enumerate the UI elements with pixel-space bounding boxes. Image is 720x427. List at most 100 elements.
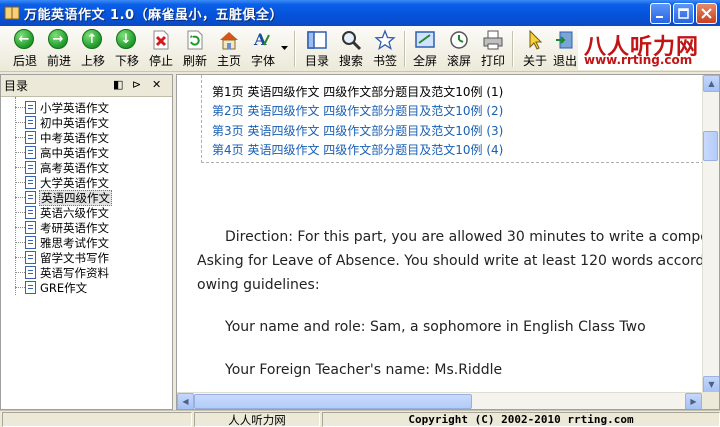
content-viewer: 第1页 英语四级作文 四级作文部分题目及范文10例 (1) 第2页 英语四级作文… — [176, 74, 720, 410]
toolbar-separator — [512, 31, 514, 67]
tree-item-label: 初中英语作文 — [40, 115, 109, 130]
back-label: 后退 — [12, 54, 37, 68]
bookmark-button[interactable]: 书签 — [369, 29, 401, 69]
forward-arrow-icon: → — [48, 29, 70, 51]
tree-item-label: 高中英语作文 — [40, 145, 109, 160]
print-icon — [483, 30, 503, 50]
paragraph-line: Your Foreign Teacher's name: Ms.Riddle — [225, 362, 503, 378]
tree-item[interactable]: 中考英语作文 — [15, 130, 110, 145]
about-button[interactable]: 关于 — [519, 29, 551, 69]
document-icon — [25, 221, 36, 234]
panel-close-icon[interactable]: ✕ — [152, 78, 161, 91]
vertical-scrollbar[interactable]: ▲ ▼ — [702, 75, 719, 393]
document-icon — [25, 191, 36, 204]
tree-item[interactable]: 高考英语作文 — [15, 160, 110, 175]
autoscroll-label: 滚屏 — [446, 54, 471, 68]
tree-item[interactable]: 大学英语作文 — [15, 175, 110, 190]
document-icon — [25, 161, 36, 174]
contents-button[interactable]: 目录 — [301, 29, 333, 69]
page-link[interactable]: 第2页 英语四级作文 四级作文部分题目及范文10例 (2) — [212, 102, 503, 119]
tree-item-label: 大学英语作文 — [40, 175, 109, 190]
stop-button[interactable]: 停止 — [145, 29, 177, 69]
scroll-down-button[interactable]: ▼ — [703, 376, 719, 393]
tree-item[interactable]: GRE作文 — [15, 280, 88, 295]
home-label: 主页 — [216, 54, 241, 68]
app-book-icon — [4, 6, 20, 20]
tree-item[interactable]: 高中英语作文 — [15, 145, 110, 160]
maximize-icon — [678, 8, 689, 19]
autoscroll-button[interactable]: 滚屏 — [443, 29, 475, 69]
panel-menu-icon[interactable]: ◧ — [113, 78, 123, 91]
forward-label: 前进 — [46, 54, 71, 68]
svg-text:A: A — [253, 30, 267, 49]
scroll-up-button[interactable]: ▲ — [703, 75, 719, 92]
panel-header: 目录 ◧ ⊳ ✕ — [1, 75, 172, 97]
tree-item-label: 雅思考试作文 — [40, 235, 109, 250]
tree-item-label: 高考英语作文 — [40, 160, 109, 175]
toolbar-separator — [404, 31, 406, 67]
print-label: 打印 — [480, 54, 505, 68]
horizontal-scroll-thumb[interactable] — [194, 394, 472, 409]
paragraph-line: Asking for Leave of Absence. You should … — [197, 253, 709, 269]
minimize-icon — [656, 16, 663, 18]
tree-item[interactable]: 英语六级作文 — [15, 205, 110, 220]
page-link[interactable]: 第4页 英语四级作文 四级作文部分题目及范文10例 (4) — [212, 141, 503, 158]
tree-item[interactable]: 小学英语作文 — [15, 100, 110, 115]
contents-icon — [307, 31, 327, 49]
refresh-button[interactable]: 刷新 — [179, 29, 211, 69]
minimize-button[interactable] — [650, 3, 671, 24]
font-label: 字体 — [250, 54, 275, 68]
vertical-scroll-thumb[interactable] — [703, 131, 718, 161]
fullscreen-label: 全屏 — [412, 54, 437, 68]
tree-item[interactable]: 考研英语作文 — [15, 220, 110, 235]
font-button[interactable]: A 字体 — [247, 29, 279, 69]
paragraph-line: owing guidelines: — [197, 277, 320, 293]
document-icon — [25, 146, 36, 159]
close-icon — [701, 8, 712, 19]
home-button[interactable]: 主页 — [213, 29, 245, 69]
autoscroll-icon — [450, 31, 468, 49]
page-link[interactable]: 第3页 英语四级作文 四级作文部分题目及范文10例 (3) — [212, 122, 503, 139]
tree-item[interactable]: 雅思考试作文 — [15, 235, 110, 250]
tree-item[interactable]: 初中英语作文 — [15, 115, 110, 130]
forward-button[interactable]: → 前进 — [43, 29, 75, 69]
bookmark-icon — [374, 29, 396, 50]
horizontal-scrollbar[interactable]: ◀ ▶ — [177, 392, 702, 409]
exit-button[interactable]: 退出 — [553, 29, 577, 69]
back-button[interactable]: ← 后退 — [9, 29, 41, 69]
print-button[interactable]: 打印 — [477, 29, 509, 69]
tree-item-label: GRE作文 — [40, 280, 88, 295]
scroll-right-button[interactable]: ▶ — [685, 393, 702, 409]
document-icon — [25, 131, 36, 144]
tree-item-selected[interactable]: 英语四级作文 — [15, 189, 112, 206]
home-icon — [220, 32, 238, 50]
tree-item-label: 英语四级作文 — [39, 189, 112, 206]
fullscreen-button[interactable]: 全屏 — [409, 29, 441, 69]
maximize-button[interactable] — [673, 3, 694, 24]
pin-icon[interactable]: ⊳ — [132, 78, 141, 91]
tree-item[interactable]: 留学文书写作 — [15, 250, 110, 265]
move-up-label: 上移 — [80, 54, 105, 68]
back-arrow-icon: ← — [14, 29, 36, 51]
refresh-label: 刷新 — [182, 54, 207, 68]
status-bar: 人人听力网 Copyright (C) 2002-2010 rrting.com — [0, 410, 720, 427]
bookmark-label: 书签 — [372, 54, 397, 68]
scroll-left-button[interactable]: ◀ — [177, 393, 194, 409]
tree-item-label: 考研英语作文 — [40, 220, 109, 235]
page-link[interactable]: 第1页 英语四级作文 四级作文部分题目及范文10例 (1) — [212, 83, 503, 100]
move-down-button[interactable]: ↓ 下移 — [111, 29, 143, 69]
tree-item-label: 小学英语作文 — [40, 100, 109, 115]
search-button[interactable]: 搜索 — [335, 29, 367, 69]
refresh-icon — [187, 30, 203, 50]
close-button[interactable] — [696, 3, 717, 24]
move-down-label: 下移 — [114, 54, 139, 68]
move-up-button[interactable]: ↑ 上移 — [77, 29, 109, 69]
paragraph-line: Your name and role: Sam, a sophomore in … — [225, 319, 646, 335]
status-cell-left — [2, 412, 192, 427]
font-dropdown-chevron-icon[interactable] — [281, 46, 288, 51]
font-icon: A — [253, 30, 270, 49]
logo-url: www.rrting.com — [584, 53, 693, 67]
down-arrow-icon: ↓ — [116, 29, 138, 51]
tree-item[interactable]: 英语写作资料 — [15, 265, 110, 280]
document-icon — [25, 236, 36, 249]
